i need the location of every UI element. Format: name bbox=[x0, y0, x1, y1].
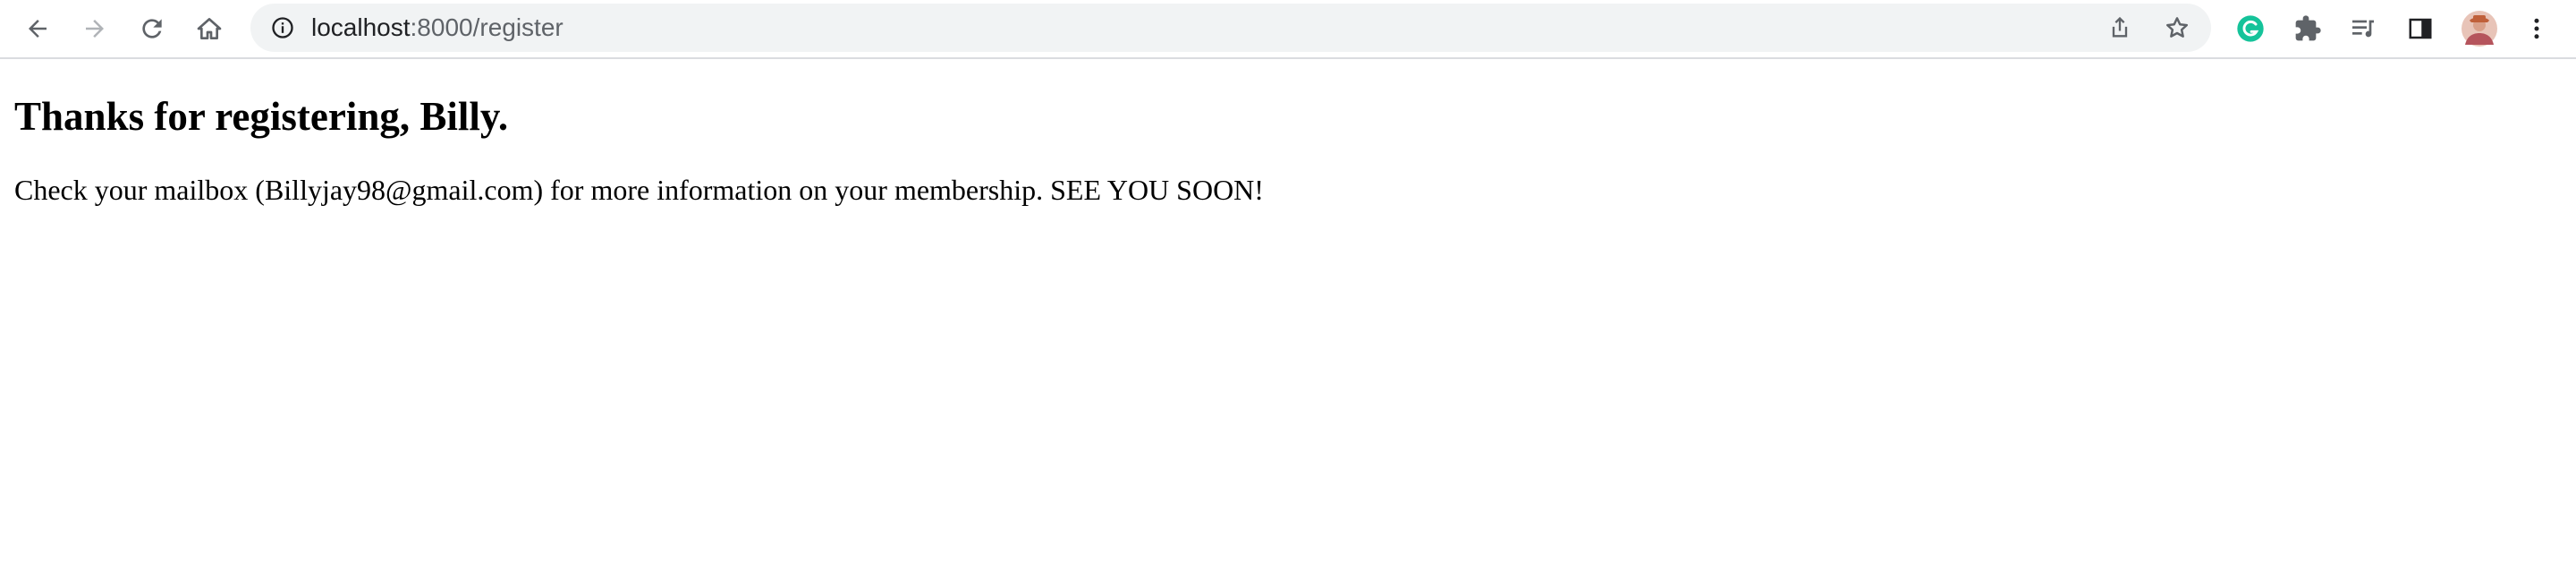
home-button[interactable] bbox=[188, 7, 231, 50]
info-icon[interactable] bbox=[270, 15, 295, 40]
media-queue-button[interactable] bbox=[2342, 7, 2385, 50]
url-path: :8000/register bbox=[410, 13, 564, 41]
side-panel-button[interactable] bbox=[2399, 7, 2442, 50]
media-queue-icon bbox=[2352, 20, 2374, 38]
reload-button[interactable] bbox=[131, 7, 174, 50]
forward-button[interactable] bbox=[73, 7, 116, 50]
browser-menu-button[interactable] bbox=[2515, 7, 2558, 50]
url-text[interactable]: localhost:8000/register bbox=[311, 4, 564, 52]
page-title: Thanks for registering, Billy. bbox=[14, 94, 509, 139]
avatar bbox=[2462, 11, 2497, 47]
grammarly-extension-button[interactable] bbox=[2229, 7, 2272, 50]
side-panel-icon bbox=[2409, 18, 2432, 39]
arrow-left-icon bbox=[29, 20, 47, 38]
kebab-menu-icon bbox=[2534, 18, 2539, 39]
extensions-button[interactable] bbox=[2286, 7, 2329, 50]
browser-toolbar: localhost:8000/register bbox=[0, 0, 2576, 59]
share-icon bbox=[2112, 16, 2128, 38]
puzzle-icon bbox=[2295, 15, 2321, 41]
grammarly-icon bbox=[2237, 15, 2264, 42]
back-button[interactable] bbox=[16, 7, 59, 50]
arrow-right-icon bbox=[86, 20, 104, 38]
confirmation-message: Check your mailbox (Billyjay98@gmail.com… bbox=[14, 174, 1264, 206]
address-bar[interactable]: localhost:8000/register bbox=[250, 4, 2211, 52]
share-button[interactable] bbox=[2098, 6, 2141, 49]
profile-button[interactable] bbox=[2458, 7, 2501, 50]
url-host: localhost bbox=[311, 13, 411, 41]
bookmark-button[interactable] bbox=[2156, 6, 2199, 49]
star-icon bbox=[2166, 17, 2188, 38]
home-icon bbox=[197, 18, 222, 39]
reload-icon bbox=[142, 19, 162, 38]
page-content: Thanks for registering, Billy. Check you… bbox=[0, 61, 2576, 564]
